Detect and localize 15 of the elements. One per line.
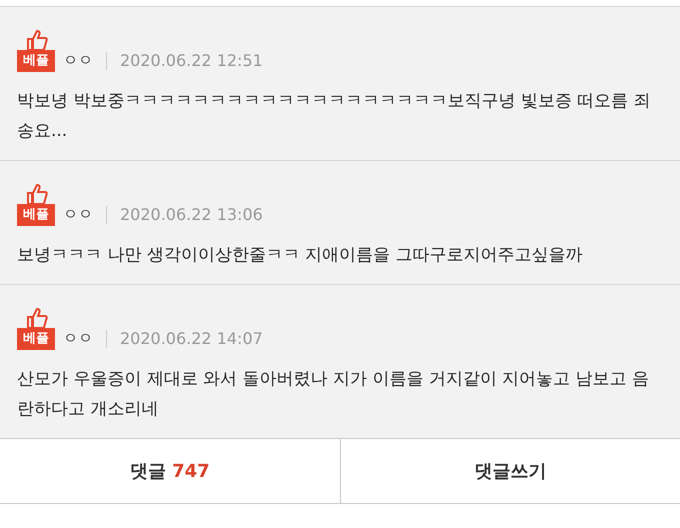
comment-text: 박보녕 박보중ㅋㅋㅋㅋㅋㅋㅋㅋㅋㅋㅋㅋㅋㅋㅋㅋㅋㅋㅋ보직구녕 빛보증 떠오름 죄송요... <box>17 90 652 143</box>
thumbs-up-icon <box>26 183 48 205</box>
comment-text: 산모가 우울증이 제대로 와서 돌아버렸나 지가 이름을 거지같이 지어놓고 남보고 음란하다고 개소리네 <box>17 368 650 421</box>
best-badge: 베플 <box>17 50 55 72</box>
comment-date: 2020.06.22 14:07 <box>120 329 263 348</box>
thumbs-up-icon <box>26 307 48 329</box>
author-name: ㅇㅇ <box>63 205 93 224</box>
author-name: ㅇㅇ <box>63 51 93 70</box>
author-name: ㅇㅇ <box>63 329 93 348</box>
best-badge: 베플 <box>17 328 55 350</box>
comment-date: 2020.06.22 12:51 <box>120 51 263 70</box>
best-badge: 베플 <box>17 204 55 226</box>
comment-text: 보녕ㅋㅋㅋ 나만 생각이이상한줄ㅋㅋ 지애이름을 그따구로지어주고싶을까 <box>17 244 584 267</box>
thumbs-up-icon <box>26 29 48 51</box>
comment-date: 2020.06.22 13:06 <box>120 205 263 224</box>
